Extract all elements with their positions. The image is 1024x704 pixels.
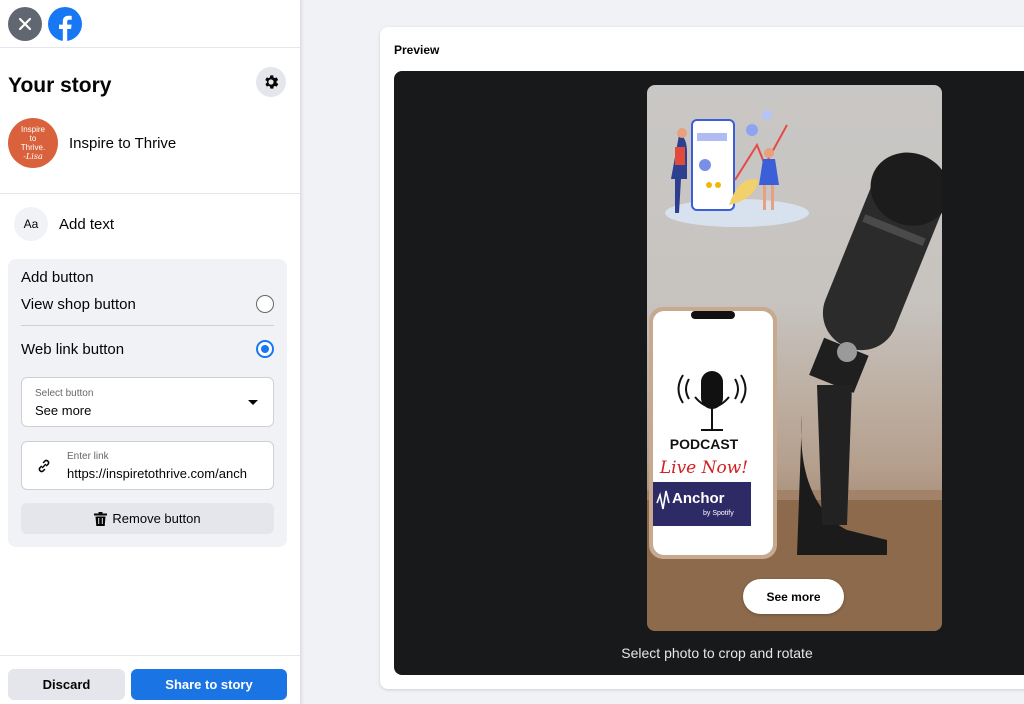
link-icon — [38, 459, 50, 473]
avatar-text-line: Thrive. — [20, 143, 46, 152]
remove-button[interactable]: Remove button — [21, 503, 274, 534]
story-preview[interactable]: PODCAST Live Now! Anchor by Spotify See … — [647, 85, 942, 631]
avatar: Inspire to Thrive. -Lisa — [8, 118, 58, 168]
facebook-logo-icon[interactable] — [48, 7, 82, 41]
view-shop-label: View shop button — [21, 295, 136, 313]
view-shop-option[interactable]: View shop button — [21, 295, 274, 313]
close-icon — [18, 17, 32, 31]
see-more-cta-button[interactable]: See more — [743, 579, 844, 614]
remove-button-label: Remove button — [112, 511, 201, 526]
trash-icon — [94, 511, 108, 526]
page-name: Inspire to Thrive — [69, 134, 177, 152]
link-caption: Enter link — [67, 451, 109, 462]
web-link-label: Web link button — [21, 340, 125, 358]
share-to-story-button[interactable]: Share to story — [131, 669, 287, 700]
discard-button[interactable]: Discard — [8, 669, 125, 700]
view-shop-radio[interactable] — [256, 295, 274, 313]
live-now-text: Live Now! — [659, 458, 748, 478]
settings-button[interactable] — [256, 67, 286, 97]
add-button-heading: Add button — [21, 269, 94, 286]
web-link-radio[interactable] — [256, 340, 274, 358]
divider — [21, 325, 274, 326]
story-sidebar: Your story Inspire to Thrive. -Lisa Insp… — [0, 0, 301, 704]
gear-icon — [265, 75, 279, 89]
preview-card: Preview PODCAST Live Now! Anchor by Spot… — [380, 27, 1024, 689]
add-button-panel: Add button View shop button Web link but… — [8, 259, 287, 547]
web-link-option[interactable]: Web link button — [21, 340, 274, 358]
anchor-text: Anchor — [672, 490, 725, 507]
link-input[interactable]: Enter link https://inspiretothrive.com/a… — [21, 441, 274, 490]
page-title: Your story — [8, 74, 112, 97]
add-text-button[interactable]: Aa Add text — [14, 207, 114, 241]
select-caption: Select button — [35, 388, 94, 399]
text-icon: Aa — [14, 207, 48, 241]
divider — [0, 193, 300, 194]
sidebar-footer: Discard Share to story — [0, 655, 300, 704]
preview-label: Preview — [394, 43, 440, 57]
story-image: PODCAST Live Now! Anchor by Spotify — [647, 110, 942, 631]
avatar-text-line: Inspire — [20, 125, 45, 134]
avatar-text-line: to — [29, 134, 37, 143]
add-text-label: Add text — [59, 215, 115, 233]
close-button[interactable] — [8, 7, 42, 41]
page-identity: Inspire to Thrive. -Lisa Inspire to Thri… — [8, 118, 176, 168]
preview-stage: PODCAST Live Now! Anchor by Spotify See … — [394, 71, 1024, 675]
select-value: See more — [35, 403, 92, 418]
avatar-signature: -Lisa — [23, 152, 43, 161]
crop-hint-text: Select photo to crop and rotate — [621, 645, 813, 661]
podcast-text: PODCAST — [670, 436, 739, 452]
link-value[interactable]: https://inspiretothrive.com/anch — [67, 466, 267, 481]
caret-down-icon — [248, 400, 258, 405]
button-type-select[interactable]: Select button See more — [21, 377, 274, 427]
sidebar-topbar — [0, 0, 300, 48]
anchor-sub-text: by Spotify — [703, 510, 734, 517]
